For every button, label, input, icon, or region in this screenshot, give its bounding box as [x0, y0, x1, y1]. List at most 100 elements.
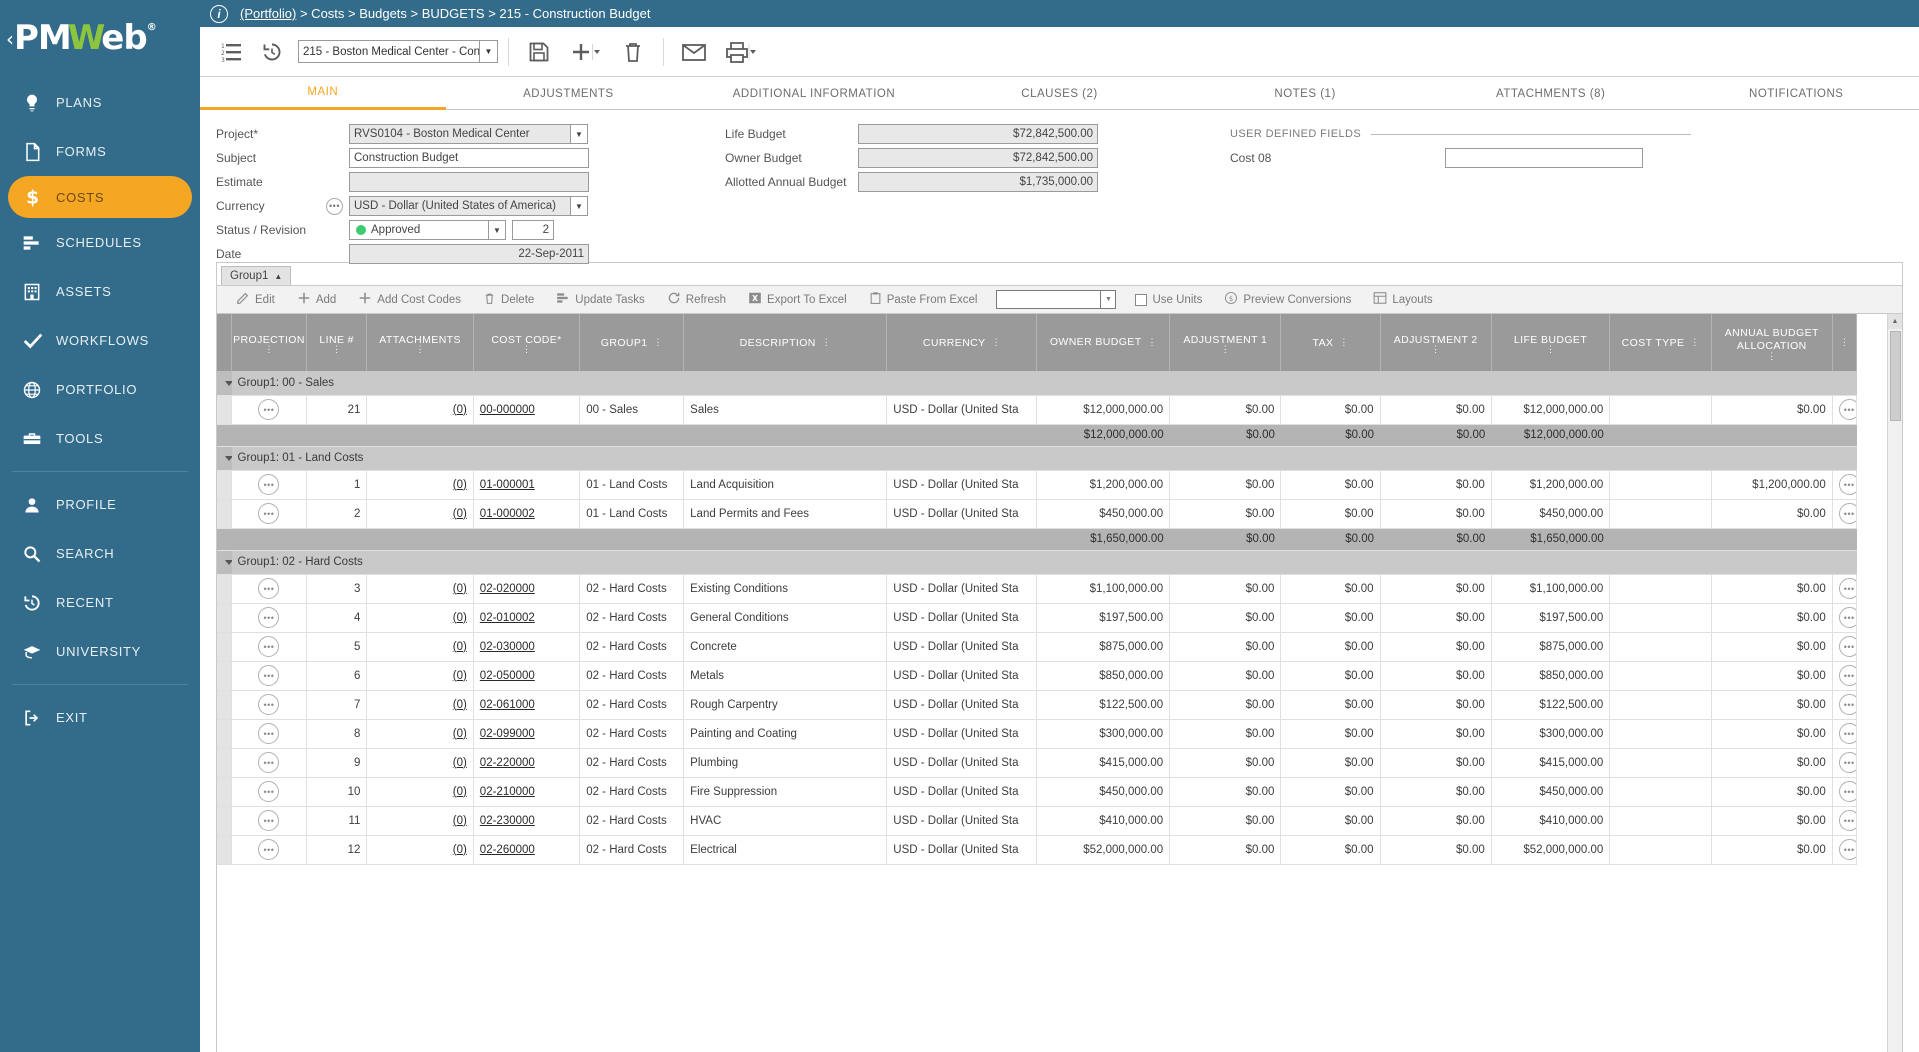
group-header-row[interactable]: Group1: 01 - Land Costs: [217, 446, 1857, 471]
row-actions-icon[interactable]: •••: [258, 578, 280, 599]
column-header-owner-budget[interactable]: OWNER BUDGET ⋮: [1036, 314, 1171, 371]
kebab-menu-icon[interactable]: ⋮: [1339, 338, 1348, 347]
cost-code-cell[interactable]: 02-030000: [473, 632, 581, 662]
attachments-link[interactable]: (0): [453, 815, 467, 827]
projection-cell[interactable]: •••: [231, 395, 307, 425]
attachments-cell[interactable]: (0): [366, 661, 474, 691]
column-header-annual-budget-allocation[interactable]: ANNUAL BUDGET ALLOCATION ⋮: [1711, 314, 1833, 371]
row-actions-icon[interactable]: •••: [258, 694, 280, 715]
breadcrumb-portfolio-link[interactable]: (Portfolio): [240, 6, 296, 21]
column-header-tax[interactable]: TAX ⋮: [1280, 314, 1381, 371]
attachments-link[interactable]: (0): [453, 728, 467, 740]
cost-code-cell[interactable]: 02-260000: [473, 835, 581, 865]
row-menu-icon[interactable]: •••: [1838, 578, 1856, 599]
row-menu-icon[interactable]: •••: [1838, 665, 1856, 686]
subject-input[interactable]: Construction Budget: [349, 148, 589, 168]
scrollbar-thumb[interactable]: [1889, 331, 1901, 421]
cost-code-cell[interactable]: 01-000001: [473, 470, 581, 500]
column-header-overflow[interactable]: ⋮: [1832, 314, 1858, 371]
row-menu-icon[interactable]: •••: [1838, 839, 1856, 860]
attachments-cell[interactable]: (0): [366, 719, 474, 749]
row-actions-icon[interactable]: •••: [258, 839, 280, 860]
preview-conversions-button[interactable]: $ Preview Conversions: [1213, 285, 1362, 314]
currency-select[interactable]: USD - Dollar (United States of America) …: [349, 196, 588, 216]
column-header-description[interactable]: DESCRIPTION ⋮: [683, 314, 888, 371]
cost-code-cell[interactable]: 02-210000: [473, 777, 581, 807]
row-menu-icon[interactable]: •••: [1838, 723, 1856, 744]
row-overflow-cell[interactable]: •••: [1832, 690, 1858, 720]
table-row[interactable]: ••• 12 (0) 02-260000 02 - Hard Costs Electric…: [217, 835, 1858, 865]
attachments-link[interactable]: (0): [453, 699, 467, 711]
projection-cell[interactable]: •••: [231, 835, 307, 865]
delete-button[interactable]: Delete: [472, 285, 545, 314]
attachments-cell[interactable]: (0): [366, 395, 474, 425]
table-row[interactable]: ••• 2 (0) 01-000002 01 - Land Costs Land Perm…: [217, 499, 1858, 529]
cost-code-link[interactable]: 02-260000: [480, 844, 535, 856]
group-expand-toggle[interactable]: [217, 446, 232, 471]
projection-cell[interactable]: •••: [231, 574, 307, 604]
add-button[interactable]: Add: [286, 285, 347, 314]
tab-notifications[interactable]: NOTIFICATIONS: [1673, 77, 1919, 110]
refresh-button[interactable]: Refresh: [656, 285, 737, 314]
sidebar-item-schedules[interactable]: SCHEDULES: [0, 218, 200, 267]
row-actions-icon[interactable]: •••: [258, 474, 280, 495]
cost-code-cell[interactable]: 01-000002: [473, 499, 581, 529]
email-icon[interactable]: [674, 32, 714, 72]
kebab-menu-icon[interactable]: ⋮: [1690, 338, 1699, 347]
table-row[interactable]: ••• 10 (0) 02-210000 02 - Hard Costs Fire Sup…: [217, 777, 1858, 807]
scroll-up-arrow-icon[interactable]: ▲: [1887, 314, 1902, 329]
checkbox-icon[interactable]: [1135, 293, 1148, 306]
attachments-link[interactable]: (0): [453, 641, 467, 653]
paste-from-excel-button[interactable]: Paste From Excel: [858, 285, 989, 314]
row-menu-icon[interactable]: •••: [1838, 781, 1856, 802]
print-icon[interactable]: [714, 32, 768, 72]
add-cost-codes-button[interactable]: Add Cost Codes: [347, 285, 472, 314]
projection-cell[interactable]: •••: [231, 661, 307, 691]
attachments-link[interactable]: (0): [453, 479, 467, 491]
sidebar-item-costs[interactable]: $ COSTS: [8, 176, 192, 218]
attachments-link[interactable]: (0): [453, 612, 467, 624]
row-menu-icon[interactable]: •••: [1838, 636, 1856, 657]
row-overflow-cell[interactable]: •••: [1832, 777, 1858, 807]
sidebar-item-recent[interactable]: RECENT: [0, 578, 200, 627]
table-row[interactable]: ••• 9 (0) 02-220000 02 - Hard Costs Plumbing U…: [217, 748, 1858, 778]
row-actions-icon[interactable]: •••: [258, 781, 280, 802]
sidebar-item-plans[interactable]: PLANS: [0, 78, 200, 127]
sidebar-item-profile[interactable]: PROFILE: [0, 480, 200, 529]
row-actions-icon[interactable]: •••: [258, 723, 280, 744]
history-icon[interactable]: [252, 32, 292, 72]
cost-code-cell[interactable]: 02-061000: [473, 690, 581, 720]
sidebar-item-search[interactable]: SEARCH: [0, 529, 200, 578]
cost-code-link[interactable]: 02-020000: [480, 583, 535, 595]
row-overflow-cell[interactable]: •••: [1832, 835, 1858, 865]
table-row[interactable]: ••• 5 (0) 02-030000 02 - Hard Costs Concrete U…: [217, 632, 1858, 662]
column-header-line-number[interactable]: LINE # ⋮: [306, 314, 368, 371]
tab-clauses[interactable]: CLAUSES (2): [937, 77, 1183, 110]
group-expand-toggle[interactable]: [217, 371, 232, 396]
tab-main[interactable]: MAIN: [200, 77, 446, 110]
attachments-cell[interactable]: (0): [366, 748, 474, 778]
row-overflow-cell[interactable]: •••: [1832, 719, 1858, 749]
sidebar-item-tools[interactable]: TOOLS: [0, 414, 200, 463]
attachments-cell[interactable]: (0): [366, 574, 474, 604]
sidebar-item-exit[interactable]: EXIT: [0, 693, 200, 742]
row-menu-icon[interactable]: •••: [1838, 399, 1856, 420]
kebab-menu-icon[interactable]: ⋮: [1840, 338, 1849, 347]
table-row[interactable]: ••• 21 (0) 00-000000 00 - Sales Sales USD - Do…: [217, 395, 1858, 425]
tab-adjustments[interactable]: ADJUSTMENTS: [446, 77, 692, 110]
cost-code-link[interactable]: 02-099000: [480, 728, 535, 740]
column-header-adjustment-1[interactable]: ADJUSTMENT 1 ⋮: [1169, 314, 1282, 371]
column-header-currency[interactable]: CURRENCY ⋮: [886, 314, 1038, 371]
attachments-cell[interactable]: (0): [366, 470, 474, 500]
attachments-link[interactable]: (0): [453, 844, 467, 856]
cost08-input[interactable]: [1445, 148, 1643, 168]
group-header-row[interactable]: Group1: 00 - Sales: [217, 371, 1857, 396]
table-row[interactable]: ••• 7 (0) 02-061000 02 - Hard Costs Rough Car…: [217, 690, 1858, 720]
table-row[interactable]: ••• 3 (0) 02-020000 02 - Hard Costs Existing …: [217, 574, 1858, 604]
cost-code-cell[interactable]: 02-230000: [473, 806, 581, 836]
attachments-cell[interactable]: (0): [366, 777, 474, 807]
attachments-cell[interactable]: (0): [366, 632, 474, 662]
tab-attachments[interactable]: ATTACHMENTS (8): [1428, 77, 1674, 110]
attachments-link[interactable]: (0): [453, 508, 467, 520]
sidebar-item-workflows[interactable]: WORKFLOWS: [0, 316, 200, 365]
